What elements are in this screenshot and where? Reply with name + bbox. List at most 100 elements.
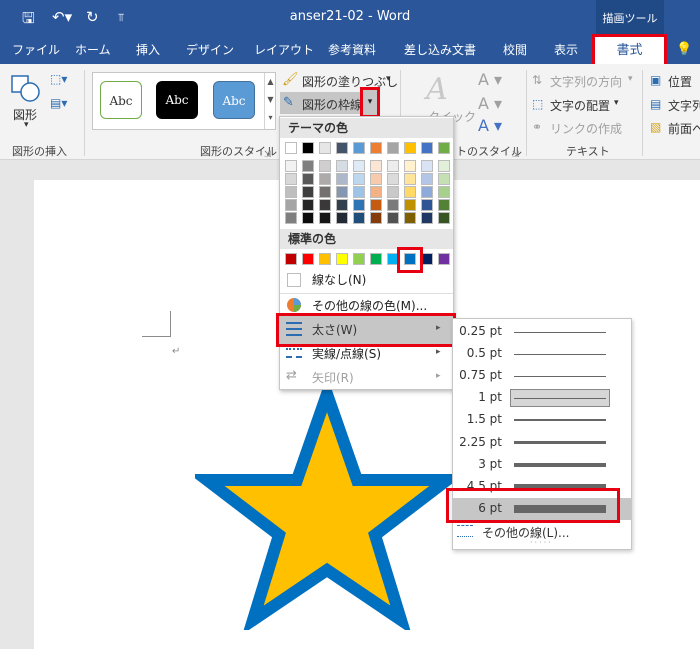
shapes-icon[interactable] [10,72,42,104]
theme-shade-swatch[interactable] [285,186,297,198]
bring-forward-icon[interactable]: ▧ [650,120,661,134]
align-text-button[interactable]: 文字の配置 [550,97,610,114]
standard-color-swatch[interactable] [336,253,348,265]
standard-color-swatch[interactable] [285,253,297,265]
theme-shade-swatch[interactable] [421,186,433,198]
theme-shade-swatch[interactable] [404,199,416,211]
theme-color-swatch[interactable] [404,142,416,154]
theme-shade-swatch[interactable] [353,199,365,211]
theme-shade-swatch[interactable] [336,160,348,172]
dialog-launcher-icon[interactable]: ⇲ [264,150,272,160]
theme-shade-swatch[interactable] [319,186,331,198]
dialog-launcher-icon[interactable]: ⇲ [512,150,520,160]
theme-shade-swatch[interactable] [438,160,450,172]
theme-shade-swatch[interactable] [421,199,433,211]
theme-color-swatch[interactable] [353,142,365,154]
theme-color-swatch[interactable] [336,142,348,154]
text-fill-icon[interactable]: A ▾ [478,70,502,89]
theme-shade-swatch[interactable] [353,160,365,172]
undo-icon[interactable]: ↶▾ [52,8,72,26]
theme-shade-swatch[interactable] [387,160,399,172]
theme-shade-swatch[interactable] [404,160,416,172]
theme-shade-swatch[interactable] [421,212,433,224]
standard-color-swatch[interactable] [319,253,331,265]
chevron-down-icon[interactable]: ▾ [386,74,391,84]
redo-icon[interactable]: ↻ [86,8,99,26]
theme-shade-swatch[interactable] [421,173,433,185]
tab-review[interactable]: 校閲 [503,36,527,64]
gallery-scroll[interactable]: ▲ ▼ ▾ [264,73,276,129]
theme-shade-swatch[interactable] [353,212,365,224]
theme-color-swatch[interactable] [319,142,331,154]
theme-shade-swatch[interactable] [302,186,314,198]
theme-shade-swatch[interactable] [285,212,297,224]
theme-shade-swatch[interactable] [404,186,416,198]
style-preset-outline[interactable]: Abc [100,81,142,119]
theme-shade-swatch[interactable] [370,173,382,185]
theme-shade-swatch[interactable] [302,160,314,172]
menu-item-arrows[interactable]: 矢印(R) [280,366,453,390]
more-lines-item[interactable]: その他の線(L)... [482,524,570,541]
theme-shade-swatch[interactable] [387,173,399,185]
theme-shade-swatch[interactable] [370,160,382,172]
light-bulb-icon[interactable]: 💡 [676,36,692,64]
theme-color-swatch[interactable] [370,142,382,154]
theme-shade-swatch[interactable] [336,186,348,198]
text-direction-icon[interactable]: ⇅ [532,73,542,87]
theme-shade-swatch[interactable] [285,173,297,185]
align-text-icon[interactable]: ⬚ [532,97,543,111]
theme-shade-swatch[interactable] [336,199,348,211]
standard-color-swatch[interactable] [302,253,314,265]
theme-color-swatch[interactable] [387,142,399,154]
create-link-button[interactable]: リンクの作成 [550,120,622,137]
theme-shade-swatch[interactable] [302,212,314,224]
standard-color-swatch[interactable] [353,253,365,265]
star-shape[interactable] [195,380,460,630]
theme-shade-swatch[interactable] [302,199,314,211]
theme-shade-swatch[interactable] [353,173,365,185]
theme-shade-swatch[interactable] [404,212,416,224]
shape-fill-button[interactable]: 図形の塗りつぶし [302,73,398,90]
save-icon[interactable]: 🖫 [22,8,35,33]
position-button[interactable]: 位置 [668,73,692,90]
resize-grip-icon[interactable]: ····· [530,538,553,547]
theme-color-swatch[interactable] [438,142,450,154]
theme-shade-swatch[interactable] [336,212,348,224]
text-direction-button[interactable]: 文字列の方向 [550,73,622,90]
text-effects-icon[interactable]: A ▾ [478,116,502,135]
text-outline-icon[interactable]: A ▾ [478,94,502,113]
theme-shade-swatch[interactable] [387,199,399,211]
menu-item-dashes[interactable]: 実線/点線(S) [280,342,453,366]
theme-shade-swatch[interactable] [319,160,331,172]
theme-shade-swatch[interactable] [319,199,331,211]
chevron-down-icon[interactable]: ▾ [24,120,29,130]
wordart-a-icon[interactable]: A [426,72,448,107]
standard-color-swatch[interactable] [370,253,382,265]
theme-shade-swatch[interactable] [370,199,382,211]
customize-qat-icon[interactable]: ⫪ [118,11,124,25]
theme-shade-swatch[interactable] [353,186,365,198]
tab-design[interactable]: デザイン [186,36,234,64]
theme-shade-swatch[interactable] [387,212,399,224]
theme-shade-swatch[interactable] [285,199,297,211]
edit-shape-icon[interactable]: ⬚▾ [50,72,67,86]
style-preset-blue[interactable]: Abc [213,81,255,119]
theme-color-swatch[interactable] [285,142,297,154]
style-preset-black[interactable]: Abc [156,81,198,119]
theme-shade-swatch[interactable] [285,160,297,172]
menu-item-no-outline[interactable]: 線なし(N) [280,268,453,292]
wrap-text-button[interactable]: 文字列 [668,97,700,114]
tab-insert[interactable]: 挿入 [136,36,160,64]
theme-shade-swatch[interactable] [438,173,450,185]
theme-shade-swatch[interactable] [319,173,331,185]
tab-file[interactable]: ファイル [12,36,60,64]
text-box-icon[interactable]: ▤▾ [50,96,67,110]
theme-shade-swatch[interactable] [404,173,416,185]
theme-shade-swatch[interactable] [319,212,331,224]
paint-bucket-icon[interactable]: 🖌 [282,72,299,87]
tab-layout[interactable]: レイアウト [254,36,314,64]
theme-shade-swatch[interactable] [336,173,348,185]
tab-format[interactable]: 書式 [592,34,667,68]
theme-color-swatch[interactable] [421,142,433,154]
theme-shade-swatch[interactable] [438,186,450,198]
